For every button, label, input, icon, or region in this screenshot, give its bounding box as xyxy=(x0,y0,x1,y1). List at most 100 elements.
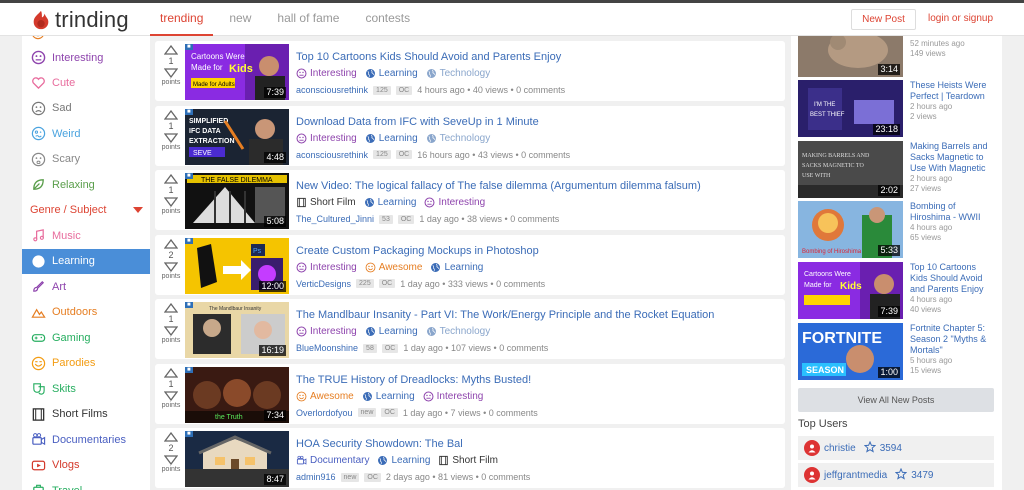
video-thumbnail[interactable]: the Truth ■ 7:34 xyxy=(185,366,289,423)
category-learning[interactable]: Learning xyxy=(365,326,418,337)
category-documentary[interactable]: Documentary xyxy=(296,455,369,466)
downvote-icon[interactable] xyxy=(163,455,179,466)
upvote-icon[interactable] xyxy=(163,302,179,313)
sidebar-item-skits[interactable]: Skits xyxy=(22,376,150,401)
downvote-icon[interactable] xyxy=(163,326,179,337)
downvote-icon[interactable] xyxy=(163,68,179,79)
tab-contests[interactable]: contests xyxy=(355,3,420,36)
post-author-link[interactable]: aconsciousrethink xyxy=(296,150,368,160)
new-video-title-link[interactable]: Making Barrels and Sacks Magnetic to Use… xyxy=(910,141,995,174)
post-title-link[interactable]: Download Data from IFC with SeveUp in 1 … xyxy=(296,116,539,128)
category-interesting[interactable]: Interesting xyxy=(296,68,357,79)
new-video-title-link[interactable]: Top 10 Cartoons Kids Should Avoid and Pa… xyxy=(910,262,995,295)
video-thumbnail[interactable]: Cartoons Were Made for Kids Made for Adults… xyxy=(185,44,289,100)
new-video-thumbnail[interactable]: 3:14 xyxy=(798,36,903,77)
sidebar-item-weird[interactable]: Weird xyxy=(22,121,150,146)
new-video-thumbnail[interactable]: FORTNITE SEASON 1:00 xyxy=(798,323,903,380)
upvote-icon[interactable] xyxy=(163,238,179,249)
category-technology[interactable]: Technology xyxy=(426,326,490,337)
sidebar-item-short-films[interactable]: Short Films xyxy=(22,402,150,427)
new-video-thumbnail[interactable]: Bombing of Hiroshima 5:33 xyxy=(798,201,903,258)
new-video-thumbnail[interactable]: Cartoons Were Made for Kids 7:39 xyxy=(798,262,903,319)
top-user-row[interactable]: christie 3594 xyxy=(798,436,994,460)
category-technology[interactable]: Technology xyxy=(426,68,490,79)
category-interesting[interactable]: Interesting xyxy=(424,197,485,208)
login-link[interactable]: login or signup xyxy=(928,13,993,24)
category-learning[interactable]: Learning xyxy=(362,391,415,402)
sidebar-item-sad[interactable]: Sad xyxy=(22,96,150,121)
upvote-icon[interactable] xyxy=(163,431,179,442)
new-video-title-link[interactable]: Fortnite Chapter 5: Season 2 "Myths & Mo… xyxy=(910,323,995,356)
brand-logo[interactable]: trinding xyxy=(30,7,129,33)
new-video-title-link[interactable]: Bombing of Hiroshima - WWII xyxy=(910,201,995,223)
sidebar-item-learning[interactable]: Learning xyxy=(22,248,150,274)
sidebar-item-scary[interactable]: Scary xyxy=(22,147,150,172)
video-thumbnail[interactable]: The Mandlbaur Insanity ■ 16:19 xyxy=(185,302,289,358)
sidebar-item-gaming[interactable]: Gaming xyxy=(22,325,150,350)
video-thumbnail[interactable]: THE FALSE DILEMMA ■ 5:08 xyxy=(185,173,289,229)
upvote-icon[interactable] xyxy=(163,173,179,184)
downvote-icon[interactable] xyxy=(163,197,179,208)
top-user-name-link[interactable]: christie xyxy=(824,443,856,454)
video-thumbnail[interactable]: Ps ■ 12:00 xyxy=(185,237,289,294)
category-interesting[interactable]: Interesting xyxy=(296,133,357,144)
post-title-link[interactable]: Create Custom Packaging Mockups in Photo… xyxy=(296,245,539,257)
category-learning[interactable]: Learning xyxy=(377,455,430,466)
sidebar-item-music[interactable]: Music xyxy=(22,223,150,248)
category-interesting[interactable]: Interesting xyxy=(423,391,483,402)
sidebar-item-parodies[interactable]: Parodies xyxy=(22,351,150,376)
sidebar-item-documentaries[interactable]: Documentaries xyxy=(22,427,150,452)
post-title-link[interactable]: HOA Security Showdown: The Bal xyxy=(296,438,463,450)
top-user-row[interactable]: jeffgrantmedia 3479 xyxy=(798,463,994,487)
post-author-link[interactable]: Overlordofyou xyxy=(296,408,353,418)
post-author-link[interactable]: The_Cultured_Jinni xyxy=(296,214,374,224)
sidebar-item-art[interactable]: Art xyxy=(22,274,150,299)
downvote-icon[interactable] xyxy=(163,261,179,272)
category-learning[interactable]: Learning xyxy=(430,262,483,273)
tab-trending[interactable]: trending xyxy=(150,3,214,36)
upvote-icon[interactable] xyxy=(163,109,179,120)
post-title-link[interactable]: The Mandlbaur Insanity - Part VI: The Wo… xyxy=(296,309,714,321)
video-thumbnail[interactable]: ■ 8:47 xyxy=(185,431,289,487)
sidebar-item-outdoors[interactable]: Outdoors xyxy=(22,300,150,325)
sidebar-item-interesting[interactable]: Interesting xyxy=(22,45,150,70)
downvote-icon[interactable] xyxy=(163,132,179,143)
category-short-film[interactable]: Short Film xyxy=(296,197,356,208)
category-learning[interactable]: Learning xyxy=(365,133,418,144)
post-author-link[interactable]: VerticDesigns xyxy=(296,279,351,289)
downvote-icon[interactable] xyxy=(163,390,179,401)
video-thumbnail[interactable]: SIMPLIFIED IFC DATA EXTRACTION SEVE ■ 4:48 xyxy=(185,108,289,165)
category-technology[interactable]: Technology xyxy=(426,133,490,144)
upvote-icon[interactable] xyxy=(163,44,179,55)
sidebar-item-vlogs[interactable]: Vlogs xyxy=(22,453,150,478)
category-awesome[interactable]: Awesome xyxy=(296,391,354,402)
sidebar-item-relaxing[interactable]: Relaxing xyxy=(22,172,150,197)
svg-text:Made for: Made for xyxy=(191,63,223,72)
new-video-thumbnail[interactable]: MAKING BARRELS AND SACKS MAGNETIC TO USE W… xyxy=(798,141,903,198)
category-learning[interactable]: Learning xyxy=(364,197,416,208)
new-video-thumbnail[interactable]: I'M THE BEST THIEF 23:18 xyxy=(798,80,903,137)
category-interesting[interactable]: Interesting xyxy=(296,326,357,337)
view-all-new-posts-button[interactable]: View All New Posts xyxy=(798,388,994,412)
new-post-button[interactable]: New Post xyxy=(851,9,916,30)
new-video-title-link[interactable]: These Heists Were Perfect | Teardown xyxy=(910,80,995,102)
post-title-link[interactable]: New Video: The logical fallacy of The fa… xyxy=(296,180,701,192)
tab-hall-of-fame[interactable]: hall of fame xyxy=(267,3,349,36)
brand-name: trinding xyxy=(55,7,129,32)
post-title-link[interactable]: Top 10 Cartoons Kids Should Avoid and Pa… xyxy=(296,51,561,63)
post-author-link[interactable]: admin916 xyxy=(296,472,336,482)
category-awesome[interactable]: Awesome xyxy=(365,262,422,273)
genre-subject-header[interactable]: Genre / Subject xyxy=(22,199,150,221)
category-short-film[interactable]: Short Film xyxy=(438,455,498,466)
sidebar-item-travel[interactable]: Travel xyxy=(22,478,150,490)
post-author-link[interactable]: aconsciousrethink xyxy=(296,85,368,95)
category-interesting[interactable]: Interesting xyxy=(296,262,357,273)
post-title-link[interactable]: The TRUE History of Dreadlocks: Myths Bu… xyxy=(296,374,531,386)
tab-new[interactable]: new xyxy=(219,3,261,36)
category-learning[interactable]: Learning xyxy=(365,68,418,79)
top-user-name-link[interactable]: jeffgrantmedia xyxy=(824,470,887,481)
post-author-link[interactable]: BlueMoonshine xyxy=(296,343,358,353)
upvote-icon[interactable] xyxy=(163,367,179,378)
sidebar-item-cute[interactable]: Cute xyxy=(22,70,150,95)
sidebar-item-partial[interactable] xyxy=(22,36,150,45)
